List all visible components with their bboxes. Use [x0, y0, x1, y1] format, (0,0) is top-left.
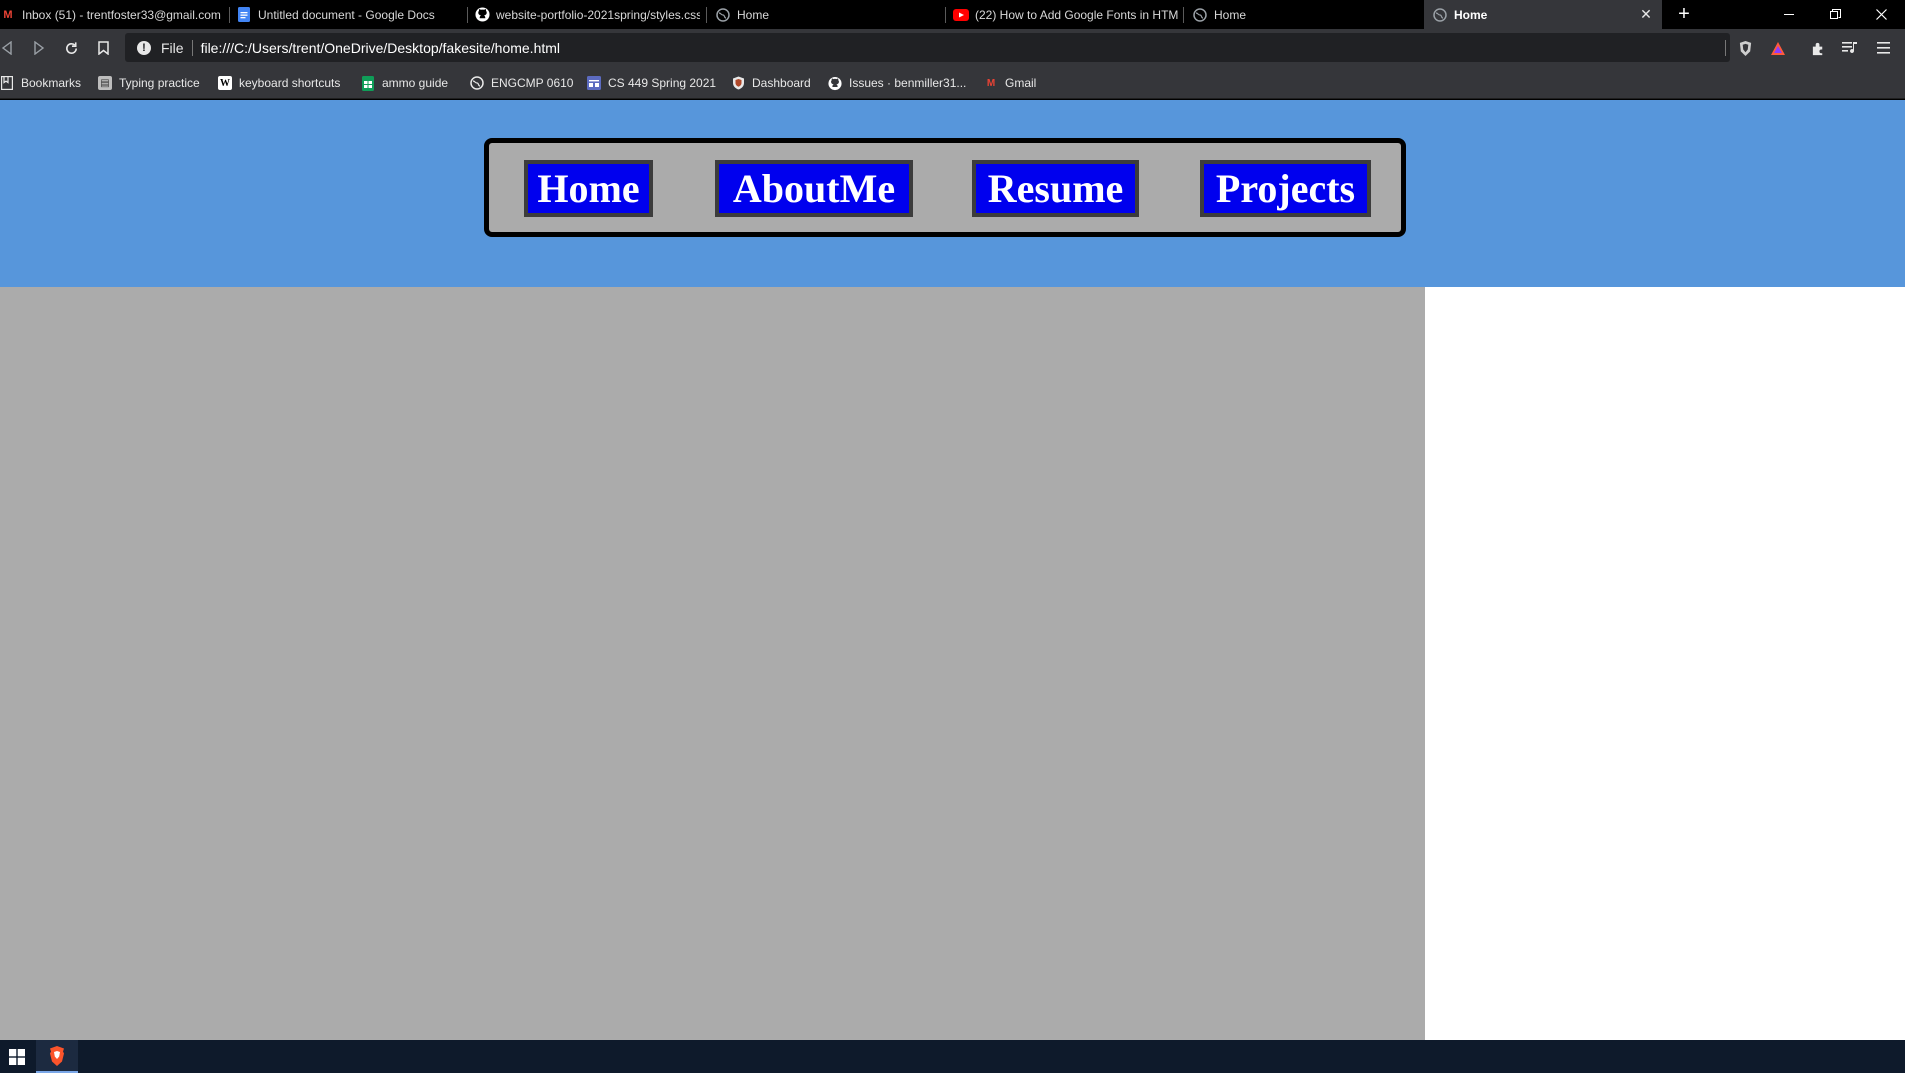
tab-title: Inbox (51) - trentfoster33@gmail.com [22, 7, 221, 22]
close-window-button[interactable] [1858, 0, 1904, 29]
main-content-area [0, 287, 1425, 1040]
new-tab-button[interactable]: + [1672, 2, 1696, 26]
taskbar [0, 1040, 1905, 1073]
shield-icon [731, 76, 745, 90]
extensions-icon[interactable] [1808, 38, 1828, 58]
bookmark-label: CS 449 Spring 2021 [608, 76, 717, 90]
bookmark-label: Bookmarks [21, 76, 82, 90]
tab-home-1[interactable]: Home [715, 0, 940, 29]
browser-toolbar: ! File file:///C:/Users/trent/OneDrive/D… [0, 29, 1905, 67]
info-icon[interactable]: ! [137, 40, 151, 55]
tab-title: Home [1454, 7, 1488, 22]
nav-aboutme-button[interactable]: AboutMe [715, 160, 913, 217]
nav-projects-button[interactable]: Projects [1200, 160, 1371, 217]
bookmark-engcmp-0610[interactable]: ENGCMP 0610 [470, 74, 573, 92]
tab-github-styles[interactable]: website-portfolio-2021spring/styles.css [474, 0, 700, 29]
media-controls-icon[interactable] [1840, 38, 1860, 58]
tab-separator [945, 7, 946, 23]
page-viewport: Home AboutMe Resume Projects [0, 100, 1905, 1040]
bookmark-gmail[interactable]: M Gmail [984, 74, 1037, 92]
google-docs-icon [236, 7, 252, 23]
bookmark-typing-practice[interactable]: ▤ Typing practice [98, 74, 200, 92]
toolbar-separator [1725, 40, 1726, 56]
site-header: Home AboutMe Resume Projects [0, 100, 1905, 287]
bookmark-bookmarks[interactable]: Bookmarks [0, 74, 81, 92]
globe-icon [715, 7, 731, 23]
bookmark-keyboard-shortcuts[interactable]: W keyboard shortcuts [218, 74, 340, 92]
tab-title: Home [1214, 7, 1247, 22]
nav-home-button[interactable]: Home [524, 160, 653, 217]
address-separator [191, 39, 193, 56]
gmail-icon: M [986, 77, 996, 89]
tab-title: Home [737, 7, 770, 22]
tab-title: (22) How to Add Google Fonts in HTML [975, 7, 1178, 22]
tab-gmail-inbox[interactable]: M Inbox (51) - trentfoster33@gmail.com [0, 0, 225, 29]
forward-button[interactable] [29, 38, 49, 58]
bookmark-cs-449[interactable]: CS 449 Spring 2021 [587, 74, 716, 92]
tab-separator [467, 7, 468, 23]
tab-title: website-portfolio-2021spring/styles.css [496, 7, 700, 22]
bookmark-page-button[interactable] [93, 38, 113, 58]
bookmark-label: Dashboard [752, 76, 811, 90]
menu-icon[interactable] [1873, 38, 1893, 58]
tab-title: Untitled document - Google Docs [258, 7, 435, 22]
bookmark-dashboard[interactable]: Dashboard [731, 74, 811, 92]
github-icon [474, 7, 490, 23]
github-icon [828, 76, 842, 90]
url-text[interactable]: file:///C:/Users/trent/OneDrive/Desktop/… [201, 40, 560, 56]
address-bar[interactable]: ! File file:///C:/Users/trent/OneDrive/D… [125, 33, 1730, 62]
bookmark-label: Typing practice [119, 76, 200, 90]
tab-separator [1183, 7, 1184, 23]
sheets-icon [361, 75, 375, 91]
bookmark-label: ammo guide [382, 76, 449, 90]
calendar-icon [587, 76, 601, 90]
youtube-icon [953, 7, 969, 23]
restore-button[interactable] [1812, 0, 1858, 29]
bookmark-ammo-guide[interactable]: ammo guide [361, 74, 448, 92]
gmail-icon: M [3, 8, 13, 21]
tab-google-docs[interactable]: Untitled document - Google Docs [236, 0, 464, 29]
site-nav: Home AboutMe Resume Projects [484, 138, 1406, 237]
tab-separator [229, 7, 230, 23]
nav-resume-button[interactable]: Resume [972, 160, 1139, 217]
bookmarks-folder-icon [0, 76, 14, 90]
close-tab-icon[interactable]: ✕ [1638, 6, 1654, 22]
brave-shields-icon[interactable] [1735, 38, 1755, 58]
globe-icon [470, 76, 484, 90]
bookmarks-bar: Bookmarks ▤ Typing practice W keyboard s… [0, 67, 1905, 99]
bookmark-label: Gmail [1005, 76, 1037, 90]
minimize-button[interactable] [1766, 0, 1812, 29]
typing-icon: ▤ [98, 76, 112, 90]
brave-rewards-icon[interactable] [1768, 38, 1788, 58]
bookmark-label: ENGCMP 0610 [491, 76, 574, 90]
windows-start-icon[interactable] [0, 1040, 34, 1073]
bookmark-label: keyboard shortcuts [239, 76, 341, 90]
globe-icon [1432, 7, 1448, 23]
tab-home-2[interactable]: Home [1192, 0, 1417, 29]
tab-youtube[interactable]: (22) How to Add Google Fonts in HTML [953, 0, 1178, 29]
reload-button[interactable] [61, 38, 81, 58]
site-scheme-label: File [161, 39, 184, 56]
wikipedia-icon: W [218, 76, 232, 90]
brave-browser-icon[interactable] [36, 1040, 78, 1073]
tab-separator [706, 7, 707, 23]
back-button[interactable] [0, 38, 17, 58]
globe-icon [1192, 7, 1208, 23]
bookmark-issues-benmiller[interactable]: Issues · benmiller31... [828, 74, 966, 92]
tab-home-active[interactable]: Home ✕ [1424, 0, 1662, 29]
bookmark-label: Issues · benmiller31... [849, 76, 967, 90]
tab-strip: M Inbox (51) - trentfoster33@gmail.com U… [0, 0, 1905, 29]
